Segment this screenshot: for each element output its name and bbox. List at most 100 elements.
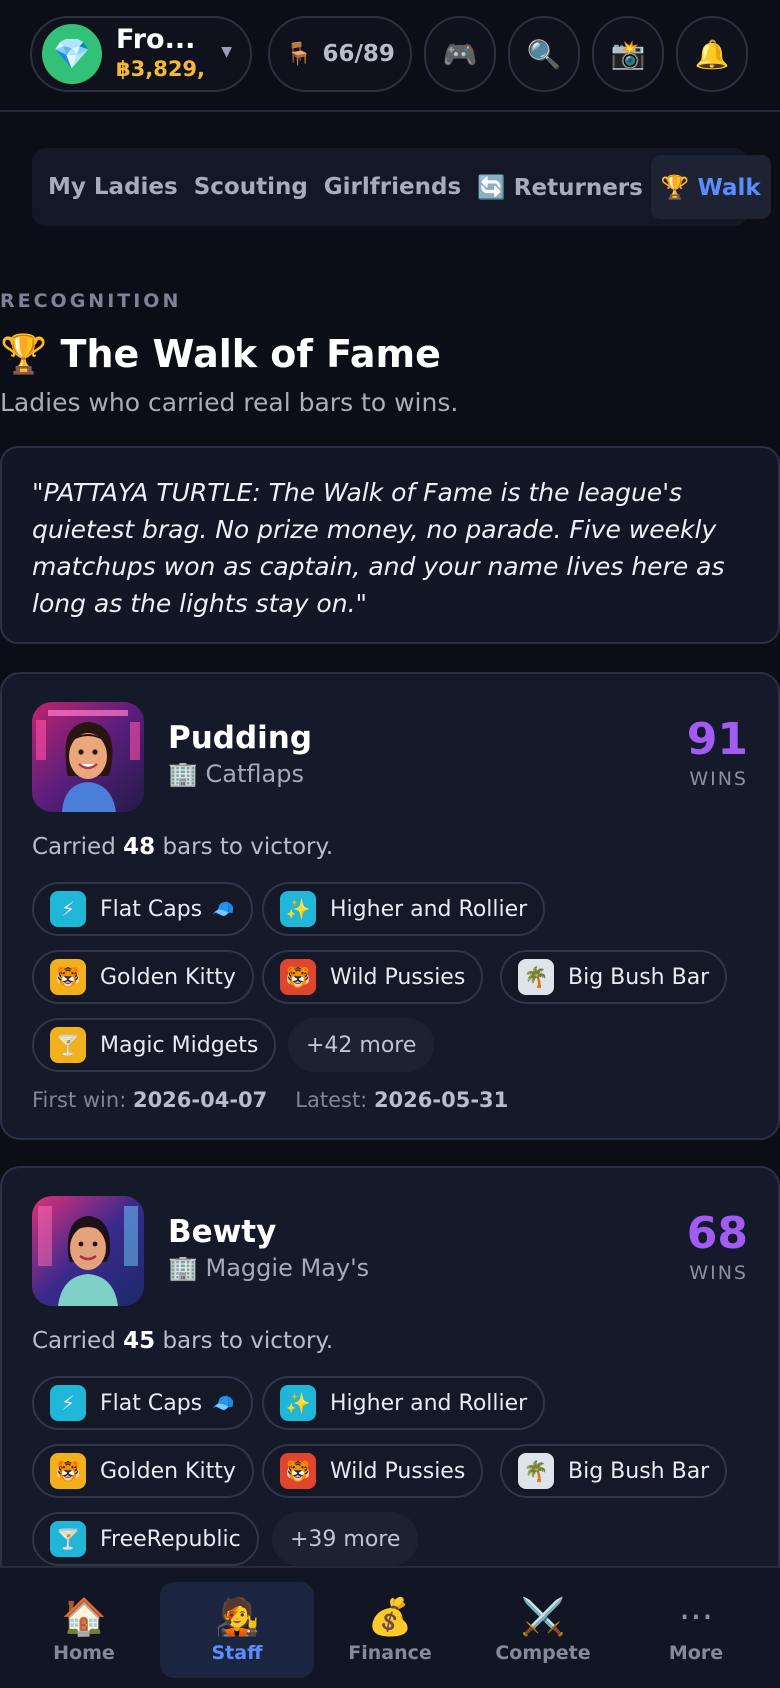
avatar bbox=[32, 702, 144, 812]
sparkles-icon: ✨ bbox=[280, 891, 316, 927]
bar-chip[interactable]: 🐯 Golden Kitty bbox=[32, 950, 254, 1004]
search-icon: 🔍 bbox=[526, 37, 562, 71]
seats-value: 66/89 bbox=[322, 41, 395, 67]
tiger-icon: 🐯 bbox=[50, 959, 86, 995]
gem-icon: 💎 bbox=[42, 24, 102, 84]
tab-walk[interactable]: 🏆 Walk bbox=[650, 155, 771, 219]
tab-my-ladies[interactable]: My Ladies bbox=[40, 155, 186, 219]
more-bars-button[interactable]: +39 more bbox=[272, 1512, 419, 1566]
bar-chip-label: Big Bush Bar bbox=[568, 1458, 710, 1484]
bell-icon: 🔔 bbox=[694, 37, 730, 71]
camera-button[interactable]: 📸 bbox=[592, 16, 664, 92]
tiger-icon: 🐯 bbox=[280, 1453, 316, 1489]
seats-counter[interactable]: 🪑 66/89 bbox=[268, 16, 412, 92]
bar-chip[interactable]: 🍸 FreeRepublic bbox=[32, 1512, 259, 1566]
bar-chip-label: Higher and Rollier bbox=[330, 896, 528, 922]
bar-chip-label: Golden Kitty bbox=[100, 964, 236, 990]
bar-chip-label: Flat Caps bbox=[100, 1390, 203, 1416]
bar-chip[interactable]: ⚡ Flat Caps 🧢 bbox=[32, 882, 253, 936]
cocktail-icon: 🍸 bbox=[50, 1521, 86, 1557]
latest-win-label: Latest: bbox=[295, 1088, 374, 1112]
carried-prefix: Carried bbox=[32, 1328, 124, 1354]
carried-summary: Carried 48 bars to victory. bbox=[32, 834, 333, 860]
chair-icon: 🪑 bbox=[285, 41, 313, 67]
bar-chip-label: Wild Pussies bbox=[330, 1458, 466, 1484]
fame-card[interactable]: Bewty 🏢 Maggie May's 68 WINS Carried 45 … bbox=[0, 1166, 780, 1586]
nav-compete[interactable]: ⚔️ Compete bbox=[466, 1582, 620, 1678]
nav-label: More bbox=[668, 1642, 724, 1664]
fame-card[interactable]: Pudding 🏢 Catflaps 91 WINS Carried 48 ba… bbox=[0, 672, 780, 1140]
search-button[interactable]: 🔍 bbox=[508, 16, 580, 92]
win-dates: First win: 2026-04-07 Latest: 2026-05-31 bbox=[32, 1088, 508, 1112]
nav-staff[interactable]: 🧑‍🎤 Staff bbox=[160, 1582, 314, 1678]
palm-tree-icon: 🌴 bbox=[518, 959, 554, 995]
bar-chip[interactable]: ✨ Higher and Rollier bbox=[262, 1376, 546, 1430]
nav-home[interactable]: 🏠 Home bbox=[7, 1582, 161, 1678]
tab-girlfriends[interactable]: Girlfriends bbox=[316, 155, 469, 219]
staff-icon: 🧑‍🎤 bbox=[214, 1597, 260, 1638]
staff-tabs: My Ladies Scouting Girlfriends 🔄 Returne… bbox=[32, 148, 771, 226]
carried-suffix: bars to victory. bbox=[155, 1328, 334, 1354]
page-title: 🏆 The Walk of Fame bbox=[0, 332, 441, 376]
nav-label: Compete bbox=[495, 1642, 591, 1664]
bar-chip[interactable]: ✨ Higher and Rollier bbox=[262, 882, 546, 936]
profile-balance: ฿3,829, bbox=[116, 57, 206, 81]
bottom-nav: 🏠 Home 🧑‍🎤 Staff 💰 Finance ⚔️ Compete ··… bbox=[0, 1566, 780, 1688]
carried-count: 48 bbox=[123, 834, 156, 860]
wins-count: 91 bbox=[686, 714, 748, 765]
wins-label: WINS bbox=[689, 1262, 748, 1284]
bar-chip[interactable]: 🐯 Wild Pussies bbox=[262, 950, 484, 1004]
bar-chip[interactable]: 🌴 Big Bush Bar bbox=[500, 950, 728, 1004]
cap-icon: 🧢 bbox=[212, 898, 235, 920]
nav-more[interactable]: ··· More bbox=[619, 1582, 773, 1678]
tab-returners[interactable]: 🔄 Returners bbox=[469, 155, 651, 219]
quote-box: "PATTAYA TURTLE: The Walk of Fame is the… bbox=[0, 446, 780, 644]
bar-chip[interactable]: 🐯 Golden Kitty bbox=[32, 1444, 254, 1498]
lady-venue: 🏢 Catflaps bbox=[168, 760, 304, 788]
tiger-icon: 🐯 bbox=[50, 1453, 86, 1489]
bar-chip-label: Higher and Rollier bbox=[330, 1390, 528, 1416]
palm-tree-icon: 🌴 bbox=[518, 1453, 554, 1489]
lightning-icon: ⚡ bbox=[50, 1385, 86, 1421]
bar-chip-label: Big Bush Bar bbox=[568, 964, 710, 990]
sparkles-icon: ✨ bbox=[280, 1385, 316, 1421]
page-subtitle: Ladies who carried real bars to wins. bbox=[0, 388, 459, 417]
nav-finance[interactable]: 💰 Finance bbox=[313, 1582, 467, 1678]
bar-chip-label: FreeRepublic bbox=[100, 1526, 241, 1552]
crossed-swords-icon: ⚔️ bbox=[520, 1597, 566, 1638]
tab-scouting[interactable]: Scouting bbox=[186, 155, 316, 219]
bar-chip-label: Golden Kitty bbox=[100, 1458, 236, 1484]
bar-chip[interactable]: 🐯 Wild Pussies bbox=[262, 1444, 484, 1498]
more-icon: ··· bbox=[678, 1597, 714, 1638]
games-button[interactable]: 🎮 bbox=[424, 16, 496, 92]
bar-chip-label: Magic Midgets bbox=[100, 1032, 259, 1058]
tiger-icon: 🐯 bbox=[280, 959, 316, 995]
first-win-date: 2026-04-07 bbox=[132, 1088, 268, 1112]
nav-label: Staff bbox=[211, 1642, 263, 1664]
lady-name: Pudding bbox=[168, 720, 313, 756]
lady-name: Bewty bbox=[168, 1214, 277, 1250]
bar-chip-label: Flat Caps bbox=[100, 896, 203, 922]
money-bag-icon: 💰 bbox=[367, 1597, 413, 1638]
section-eyebrow: RECOGNITION bbox=[0, 290, 182, 312]
carried-summary: Carried 45 bars to victory. bbox=[32, 1328, 333, 1354]
bar-chip-label: Wild Pussies bbox=[330, 964, 466, 990]
more-bars-button[interactable]: +42 more bbox=[288, 1018, 435, 1072]
cocktail-icon: 🍸 bbox=[50, 1027, 86, 1063]
notifications-button[interactable]: 🔔 bbox=[676, 16, 748, 92]
home-icon: 🏠 bbox=[61, 1597, 107, 1638]
lady-venue: 🏢 Maggie May's bbox=[168, 1254, 370, 1282]
carried-suffix: bars to victory. bbox=[155, 834, 334, 860]
cap-icon: 🧢 bbox=[212, 1392, 235, 1414]
profile-name: Fro... bbox=[116, 24, 196, 55]
avatar bbox=[32, 1196, 144, 1306]
profile-switcher[interactable]: 💎 Fro... ฿3,829, ▼ bbox=[30, 16, 252, 92]
bar-chip[interactable]: 🌴 Big Bush Bar bbox=[500, 1444, 728, 1498]
carried-count: 45 bbox=[123, 1328, 156, 1354]
nav-label: Finance bbox=[348, 1642, 432, 1664]
wins-label: WINS bbox=[689, 768, 748, 790]
bar-chip[interactable]: ⚡ Flat Caps 🧢 bbox=[32, 1376, 253, 1430]
bar-chip[interactable]: 🍸 Magic Midgets bbox=[32, 1018, 277, 1072]
gamepad-icon: 🎮 bbox=[442, 37, 478, 71]
nav-label: Home bbox=[53, 1642, 115, 1664]
